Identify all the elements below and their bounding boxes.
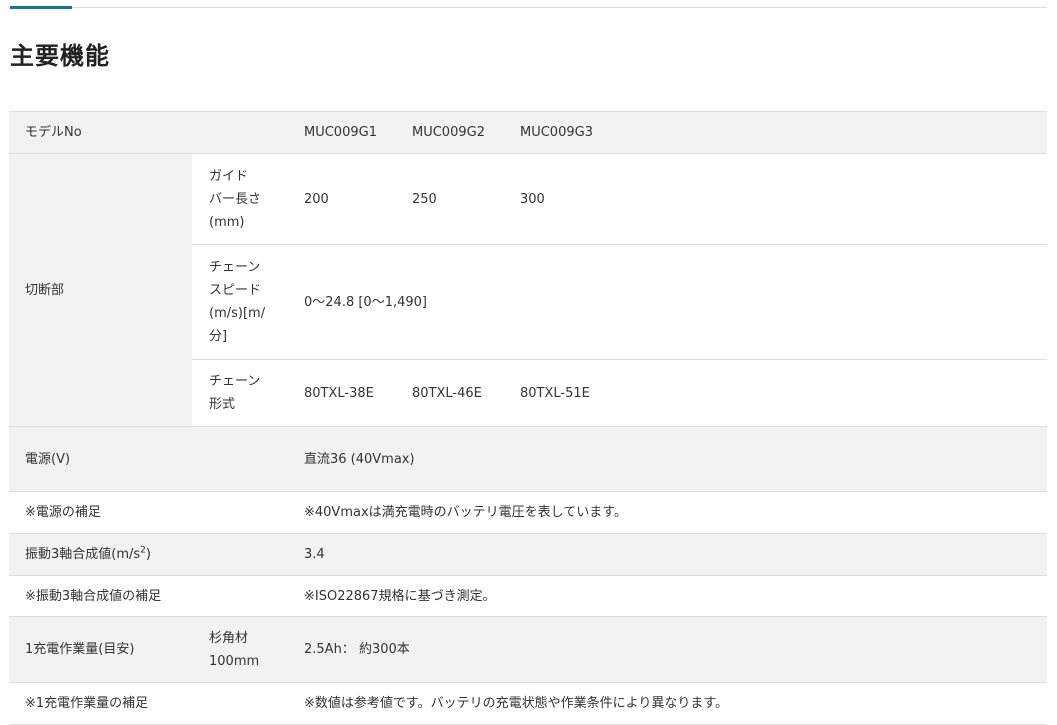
spec-table: モデルNo MUC009G1 MUC009G2 MUC009G3 切断部 ガイド…	[9, 111, 1047, 725]
row-label-work-note: ※1充電作業量の補足	[9, 682, 291, 725]
section-accent-bar	[10, 6, 72, 9]
work-value: 2.5Ah： 約300本	[291, 616, 1047, 683]
guide-bar-value-1: 200	[291, 153, 399, 245]
row-label-model: モデルNo	[9, 111, 291, 154]
vibration-note-value: ※ISO22867規格に基づき測定。	[291, 575, 1047, 617]
row-label-power-note: ※電源の補足	[9, 491, 291, 534]
page-title: 主要機能	[10, 42, 110, 70]
row-label-work: 1充電作業量(目安)	[9, 616, 192, 683]
work-note-value: ※数値は参考値です。バッテリの充電状態や作業条件により異なります。	[291, 682, 1047, 725]
table-row-power: 電源(V) 直流36 (40Vmax)	[9, 426, 1047, 492]
guide-bar-value-2: 250	[399, 153, 507, 245]
vibration-label-text: 振動3軸合成値(m/s	[25, 547, 141, 562]
sub-label-chain-speed: チェーン スピード (m/s)[m/ 分]	[192, 244, 291, 360]
model-value-3: MUC009G3	[507, 111, 1047, 154]
vibration-label-close: )	[145, 547, 151, 562]
chain-type-value-1: 80TXL-38E	[291, 359, 399, 427]
model-value-2: MUC009G2	[399, 111, 507, 154]
chain-type-value-2: 80TXL-46E	[399, 359, 507, 427]
sub-label-work: 杉角材 100mm	[192, 616, 291, 683]
power-value: 直流36 (40Vmax)	[291, 426, 1047, 492]
vibration-value: 3.4	[291, 533, 1047, 576]
row-label-vibration-note: ※振動3軸合成値の補足	[9, 575, 291, 617]
sub-label-guide-bar: ガイド バー長さ (mm)	[192, 153, 291, 245]
row-label-cutting: 切断部	[9, 153, 192, 427]
table-row-vibration: 振動3軸合成値(m/s2) 3.4	[9, 533, 1047, 576]
table-row-model: モデルNo MUC009G1 MUC009G2 MUC009G3	[9, 111, 1047, 154]
section-divider	[10, 7, 1047, 8]
row-label-power: 電源(V)	[9, 426, 291, 492]
guide-bar-value-3: 300	[507, 153, 1047, 245]
chain-type-value-3: 80TXL-51E	[507, 359, 1047, 427]
table-row-work-note: ※1充電作業量の補足 ※数値は参考値です。バッテリの充電状態や作業条件により異な…	[9, 682, 1047, 725]
table-row-guide-bar: 切断部 ガイド バー長さ (mm) 200 250 300	[9, 153, 1047, 427]
row-label-vibration: 振動3軸合成値(m/s2)	[9, 533, 291, 576]
table-row-work: 1充電作業量(目安) 杉角材 100mm 2.5Ah： 約300本	[9, 616, 1047, 683]
table-row-vibration-note: ※振動3軸合成値の補足 ※ISO22867規格に基づき測定。	[9, 575, 1047, 617]
chain-speed-value: 0～24.8 [0～1,490]	[291, 244, 1047, 360]
power-note-value: ※40Vmaxは満充電時のバッテリ電圧を表しています。	[291, 491, 1047, 534]
sub-label-chain-type: チェーン 形式	[192, 359, 291, 427]
table-row-power-note: ※電源の補足 ※40Vmaxは満充電時のバッテリ電圧を表しています。	[9, 491, 1047, 534]
model-value-1: MUC009G1	[291, 111, 399, 154]
